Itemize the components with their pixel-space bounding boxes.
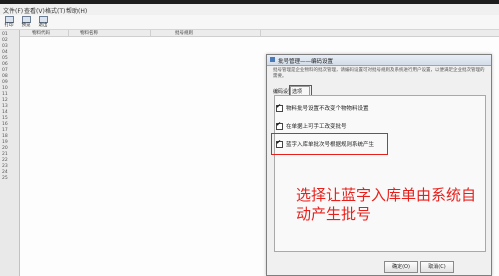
menu-file[interactable]: 文件(F): [3, 6, 23, 15]
row-number: 02: [2, 38, 8, 43]
batch-settings-dialog: 批号管理——编码设置 批号管理是企业物料的批次管理，请编码设置可对批号规则及系统…: [266, 54, 492, 276]
row-number: 01: [2, 32, 8, 37]
row-number: 11: [2, 92, 8, 97]
column-divider[interactable]: [150, 30, 151, 36]
row-number: 18: [2, 134, 8, 139]
menu-format[interactable]: 格式(T): [45, 6, 65, 15]
exit-button[interactable]: 退出: [36, 16, 50, 28]
row-number: 04: [2, 50, 8, 55]
app-icon: [270, 57, 275, 62]
row-number: 13: [2, 104, 8, 109]
dialog-title-bar[interactable]: 批号管理——编码设置: [267, 55, 491, 66]
preview-icon: [21, 16, 31, 23]
row-number: 10: [2, 86, 8, 91]
row-number: 23: [2, 164, 8, 169]
option-label: 在单据上可手工改变批号: [286, 124, 347, 130]
row-number: 25: [2, 176, 8, 181]
row-number: 05: [2, 56, 8, 61]
row-number: 08: [2, 74, 8, 79]
print-icon: [4, 16, 14, 23]
row-number: 19: [2, 140, 8, 145]
checkbox-keep-material-batch[interactable]: ✔: [276, 103, 283, 112]
check-mark-icon: ✔: [276, 121, 282, 128]
exit-label: 退出: [38, 23, 48, 28]
row-number: 16: [2, 122, 8, 127]
dialog-description: 批号管理是企业物料的批次管理，请编码设置可对批号规则及系统进行用户设置，以便满足…: [273, 68, 485, 79]
ok-button[interactable]: 确定(O): [384, 261, 418, 273]
dialog-title: 批号管理——编码设置: [278, 59, 334, 65]
row-number: 12: [2, 98, 8, 103]
row-number: 07: [2, 68, 8, 73]
checkbox-manual-batch[interactable]: ✔: [276, 121, 283, 130]
menu-view[interactable]: 查看(V): [24, 6, 45, 15]
options-panel: [274, 95, 486, 252]
row-number: 20: [2, 146, 8, 151]
row-number: 14: [2, 110, 8, 115]
option-label: 物料批号设置不改变个物物料设置: [286, 106, 369, 112]
row-number: 15: [2, 116, 8, 121]
column-header-name[interactable]: 物料名称: [80, 30, 98, 36]
row-number: 24: [2, 170, 8, 175]
annotation-text: 选择让蓝字入库单由系统自动产生批号: [296, 186, 477, 223]
cancel-button[interactable]: 取消(C): [420, 261, 454, 273]
column-divider[interactable]: [260, 30, 261, 36]
row-number: 03: [2, 44, 8, 49]
grid-header: 物料代码 物料名称 批号规则: [20, 30, 499, 37]
row-number: 17: [2, 128, 8, 133]
print-button[interactable]: 打印: [2, 16, 16, 28]
row-header-strip: 01 02 03 04 05 06 07 08 09 10 11 12 13 14 15 16 17 18 19 20…: [0, 30, 20, 276]
check-mark-icon: ✔: [276, 103, 282, 110]
row-number: 09: [2, 80, 8, 85]
option-keep-material-batch[interactable]: ✔ 物料批号设置不改变个物物料设置: [276, 103, 369, 112]
print-label: 打印: [4, 23, 14, 28]
preview-button[interactable]: 预览: [19, 16, 33, 28]
preview-label: 预览: [21, 23, 31, 28]
menu-help[interactable]: 帮助(H): [66, 6, 87, 15]
row-number: 06: [2, 62, 8, 67]
column-divider[interactable]: [68, 30, 69, 36]
column-header-rule[interactable]: 批号规则: [175, 30, 193, 36]
column-header-code[interactable]: 物料代码: [32, 30, 50, 36]
exit-icon: [38, 16, 48, 23]
row-number: 22: [2, 158, 8, 163]
option-manual-batch[interactable]: ✔ 在单据上可手工改变批号: [276, 121, 347, 130]
menu-bar: 文件(F) 查看(V) 格式(T) 帮助(H): [0, 4, 499, 15]
row-number: 21: [2, 152, 8, 157]
toolbar: 打印 预览 退出: [0, 15, 499, 30]
option-highlight-box: [271, 133, 388, 155]
